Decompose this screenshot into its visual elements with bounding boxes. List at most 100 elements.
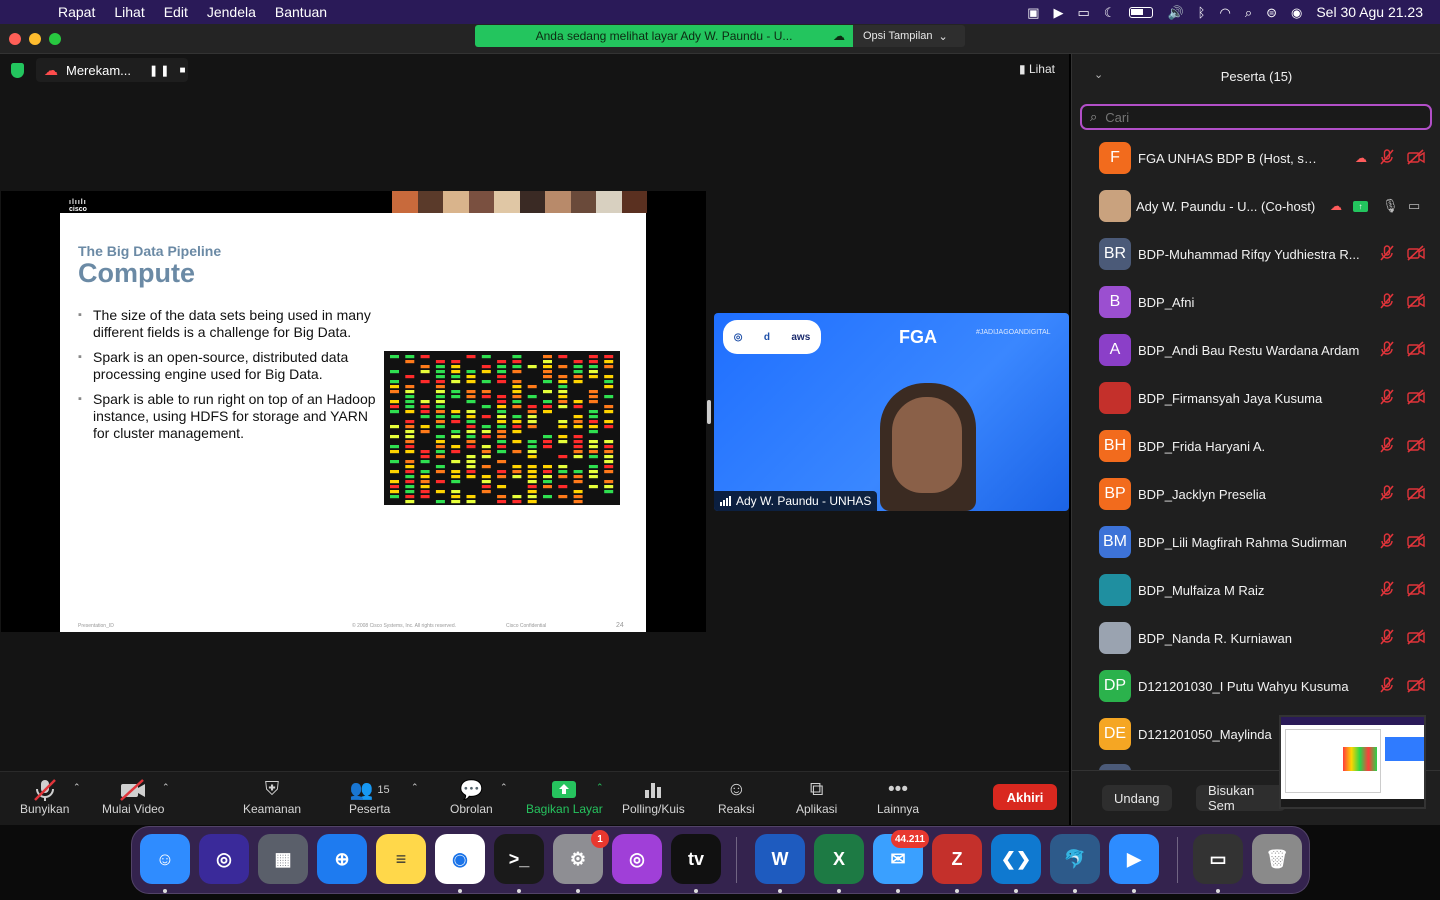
dock-chrome-icon[interactable]: ◉ xyxy=(435,834,485,884)
video-off-icon[interactable] xyxy=(1407,628,1425,648)
dock-terminal-icon[interactable]: >_ xyxy=(494,834,544,884)
menu-item-edit[interactable]: Edit xyxy=(164,4,188,20)
dock-launchpad-icon[interactable]: ▦ xyxy=(258,834,308,884)
video-options-caret[interactable]: ⌃ xyxy=(162,782,170,793)
participant-row[interactable]: BM BDP_Lili Magfirah Rahma Sudirman xyxy=(1072,518,1440,566)
microphone-icon[interactable]: 🎙 xyxy=(1382,198,1399,214)
dock-notes-icon[interactable]: ≡ xyxy=(376,834,426,884)
participant-row[interactable]: BDP_Mulfaiza M Raiz xyxy=(1072,566,1440,614)
video-off-icon[interactable] xyxy=(1407,388,1425,408)
dock-chrome-window-icon[interactable]: ▭ xyxy=(1193,834,1243,884)
video-off-icon[interactable] xyxy=(1407,148,1425,168)
bluetooth-icon[interactable]: ᛒ xyxy=(1198,6,1206,19)
split-drag-handle[interactable] xyxy=(707,400,711,424)
spotlight-search-icon[interactable]: ⌕ xyxy=(1245,6,1252,19)
video-off-icon[interactable] xyxy=(1407,292,1425,312)
microphone-muted-icon[interactable] xyxy=(1379,628,1395,648)
dock-siri-icon[interactable]: ◎ xyxy=(199,834,249,884)
video-off-icon[interactable] xyxy=(1407,436,1425,456)
dock-tv-icon[interactable]: tv xyxy=(671,834,721,884)
participants-options-caret[interactable]: ⌃ xyxy=(411,782,419,793)
encryption-shield-icon[interactable] xyxy=(11,63,24,78)
reactions-button[interactable]: ☺ Reaksi xyxy=(718,778,755,816)
menu-item-lihat[interactable]: Lihat xyxy=(114,4,144,20)
microphone-muted-icon[interactable] xyxy=(1379,292,1395,312)
share-options-caret[interactable]: ⌃ xyxy=(596,782,604,793)
dock-finder-icon[interactable]: ☺ xyxy=(140,834,190,884)
speaker-video-tile[interactable]: ◎ d aws FGA #JADIJAGOANDIGITAL Ady W. Pa… xyxy=(714,313,1069,511)
close-window-button[interactable] xyxy=(9,33,21,45)
participant-row[interactable]: BDP_Firmansyah Jaya Kusuma xyxy=(1072,374,1440,422)
video-off-icon[interactable] xyxy=(1407,532,1425,552)
view-button[interactable]: ▮ Lihat xyxy=(1019,62,1055,76)
apps-button[interactable]: ⧉ Aplikasi xyxy=(796,778,837,816)
collapse-panel-chevron-icon[interactable]: ⌄ xyxy=(1094,68,1103,81)
dock-safari-icon[interactable]: ⊕ xyxy=(317,834,367,884)
audio-options-caret[interactable]: ⌃ xyxy=(73,782,81,793)
dock-mysql-workbench-icon[interactable]: 🐬 xyxy=(1050,834,1100,884)
dock-vs-code-icon[interactable]: ❮❯ xyxy=(991,834,1041,884)
microphone-muted-icon[interactable] xyxy=(1379,436,1395,456)
microphone-muted-icon[interactable] xyxy=(1379,244,1395,264)
minimize-window-button[interactable] xyxy=(29,33,41,45)
dock-filezilla-icon[interactable]: Z xyxy=(932,834,982,884)
dock-mail-icon[interactable]: ✉ 44.211 xyxy=(873,830,929,884)
mute-all-button[interactable]: Bisukan Sem xyxy=(1196,785,1286,811)
video-off-icon[interactable] xyxy=(1407,484,1425,504)
dock-zoom-icon[interactable]: ▶ xyxy=(1109,834,1159,884)
battery-icon[interactable] xyxy=(1129,6,1154,18)
participants-button[interactable]: 👥 15 Peserta xyxy=(349,778,390,816)
participant-row[interactable]: BDP_Nanda R. Kurniawan xyxy=(1072,614,1440,662)
participant-row[interactable]: B BDP_Afni xyxy=(1072,278,1440,326)
microphone-muted-icon[interactable] xyxy=(1379,148,1395,168)
participant-row[interactable]: DP D121201030_I Putu Wahyu Kusuma xyxy=(1072,662,1440,710)
participant-row[interactable]: A BDP_Andi Bau Restu Wardana Ardam xyxy=(1072,326,1440,374)
menu-item-jendela[interactable]: Jendela xyxy=(207,4,256,20)
dock-word-icon[interactable]: W xyxy=(755,834,805,884)
participant-row[interactable]: BR BDP-Muhammad Rifqy Yudhiestra R... xyxy=(1072,230,1440,278)
dock-trash-icon[interactable]: 🗑 xyxy=(1252,834,1302,884)
microphone-muted-icon[interactable] xyxy=(1379,484,1395,504)
video-off-icon[interactable] xyxy=(1407,340,1425,360)
video-off-icon[interactable] xyxy=(1407,580,1425,600)
volume-icon[interactable]: 🔊 xyxy=(1167,6,1183,19)
unmute-button[interactable]: Bunyikan xyxy=(20,778,69,816)
more-button[interactable]: ••• Lainnya xyxy=(877,778,919,816)
siri-icon[interactable]: ◉ xyxy=(1291,6,1302,19)
screen-share-thumbnail[interactable] xyxy=(1279,715,1426,809)
end-meeting-button[interactable]: Akhiri xyxy=(993,784,1057,810)
chat-options-caret[interactable]: ⌃ xyxy=(500,782,508,793)
pause-recording-button[interactable]: ❚❚ xyxy=(149,64,171,77)
menu-item-bantuan[interactable]: Bantuan xyxy=(275,4,327,20)
chat-button[interactable]: 💬 Obrolan xyxy=(450,778,493,816)
video-camera-icon[interactable]: ▭ xyxy=(1408,198,1420,214)
clock[interactable]: Sel 30 Agu 21.23 xyxy=(1316,4,1423,20)
polls-button[interactable]: Polling/Kuis xyxy=(622,778,685,816)
dock-excel-icon[interactable]: X xyxy=(814,834,864,884)
invite-button[interactable]: Undang xyxy=(1102,785,1172,811)
microphone-muted-icon[interactable] xyxy=(1379,532,1395,552)
start-video-button[interactable]: Mulai Video xyxy=(102,778,164,816)
dock-podcasts-icon[interactable]: ◎ xyxy=(612,834,662,884)
microphone-muted-icon[interactable] xyxy=(1379,676,1395,696)
participant-row[interactable]: Ady W. Paundu - U... (Co-host) ☁ ↑ 🎙 ▭ xyxy=(1072,182,1440,230)
microphone-muted-icon[interactable] xyxy=(1379,388,1395,408)
screen-mirror-icon[interactable]: ▭ xyxy=(1078,6,1090,19)
video-off-icon[interactable] xyxy=(1407,244,1425,264)
microphone-muted-icon[interactable] xyxy=(1379,340,1395,360)
view-options-button[interactable]: Opsi Tampilan ⌄ xyxy=(853,25,965,47)
participant-search-box[interactable]: ⌕ xyxy=(1080,104,1432,130)
focus-moon-icon[interactable]: ☾ xyxy=(1104,6,1116,19)
participant-search-input[interactable] xyxy=(1105,109,1406,125)
stop-recording-button[interactable]: ■ xyxy=(179,65,185,76)
participant-row[interactable]: F FGA UNHAS BDP B (Host, saya) ☁ xyxy=(1072,134,1440,182)
zoom-status-icon[interactable]: ▣ xyxy=(1027,6,1039,19)
participant-row[interactable]: BH BDP_Frida Haryani A. xyxy=(1072,422,1440,470)
dock-system-preferences-icon[interactable]: ⚙ 1 xyxy=(553,830,609,884)
microphone-muted-icon[interactable] xyxy=(1379,580,1395,600)
control-center-icon[interactable]: ⊜ xyxy=(1266,6,1277,19)
fullscreen-window-button[interactable] xyxy=(49,33,61,45)
video-off-icon[interactable] xyxy=(1407,676,1425,696)
security-button[interactable]: ⛨ Keamanan xyxy=(243,778,301,816)
wifi-icon[interactable]: ◠ xyxy=(1219,6,1230,19)
